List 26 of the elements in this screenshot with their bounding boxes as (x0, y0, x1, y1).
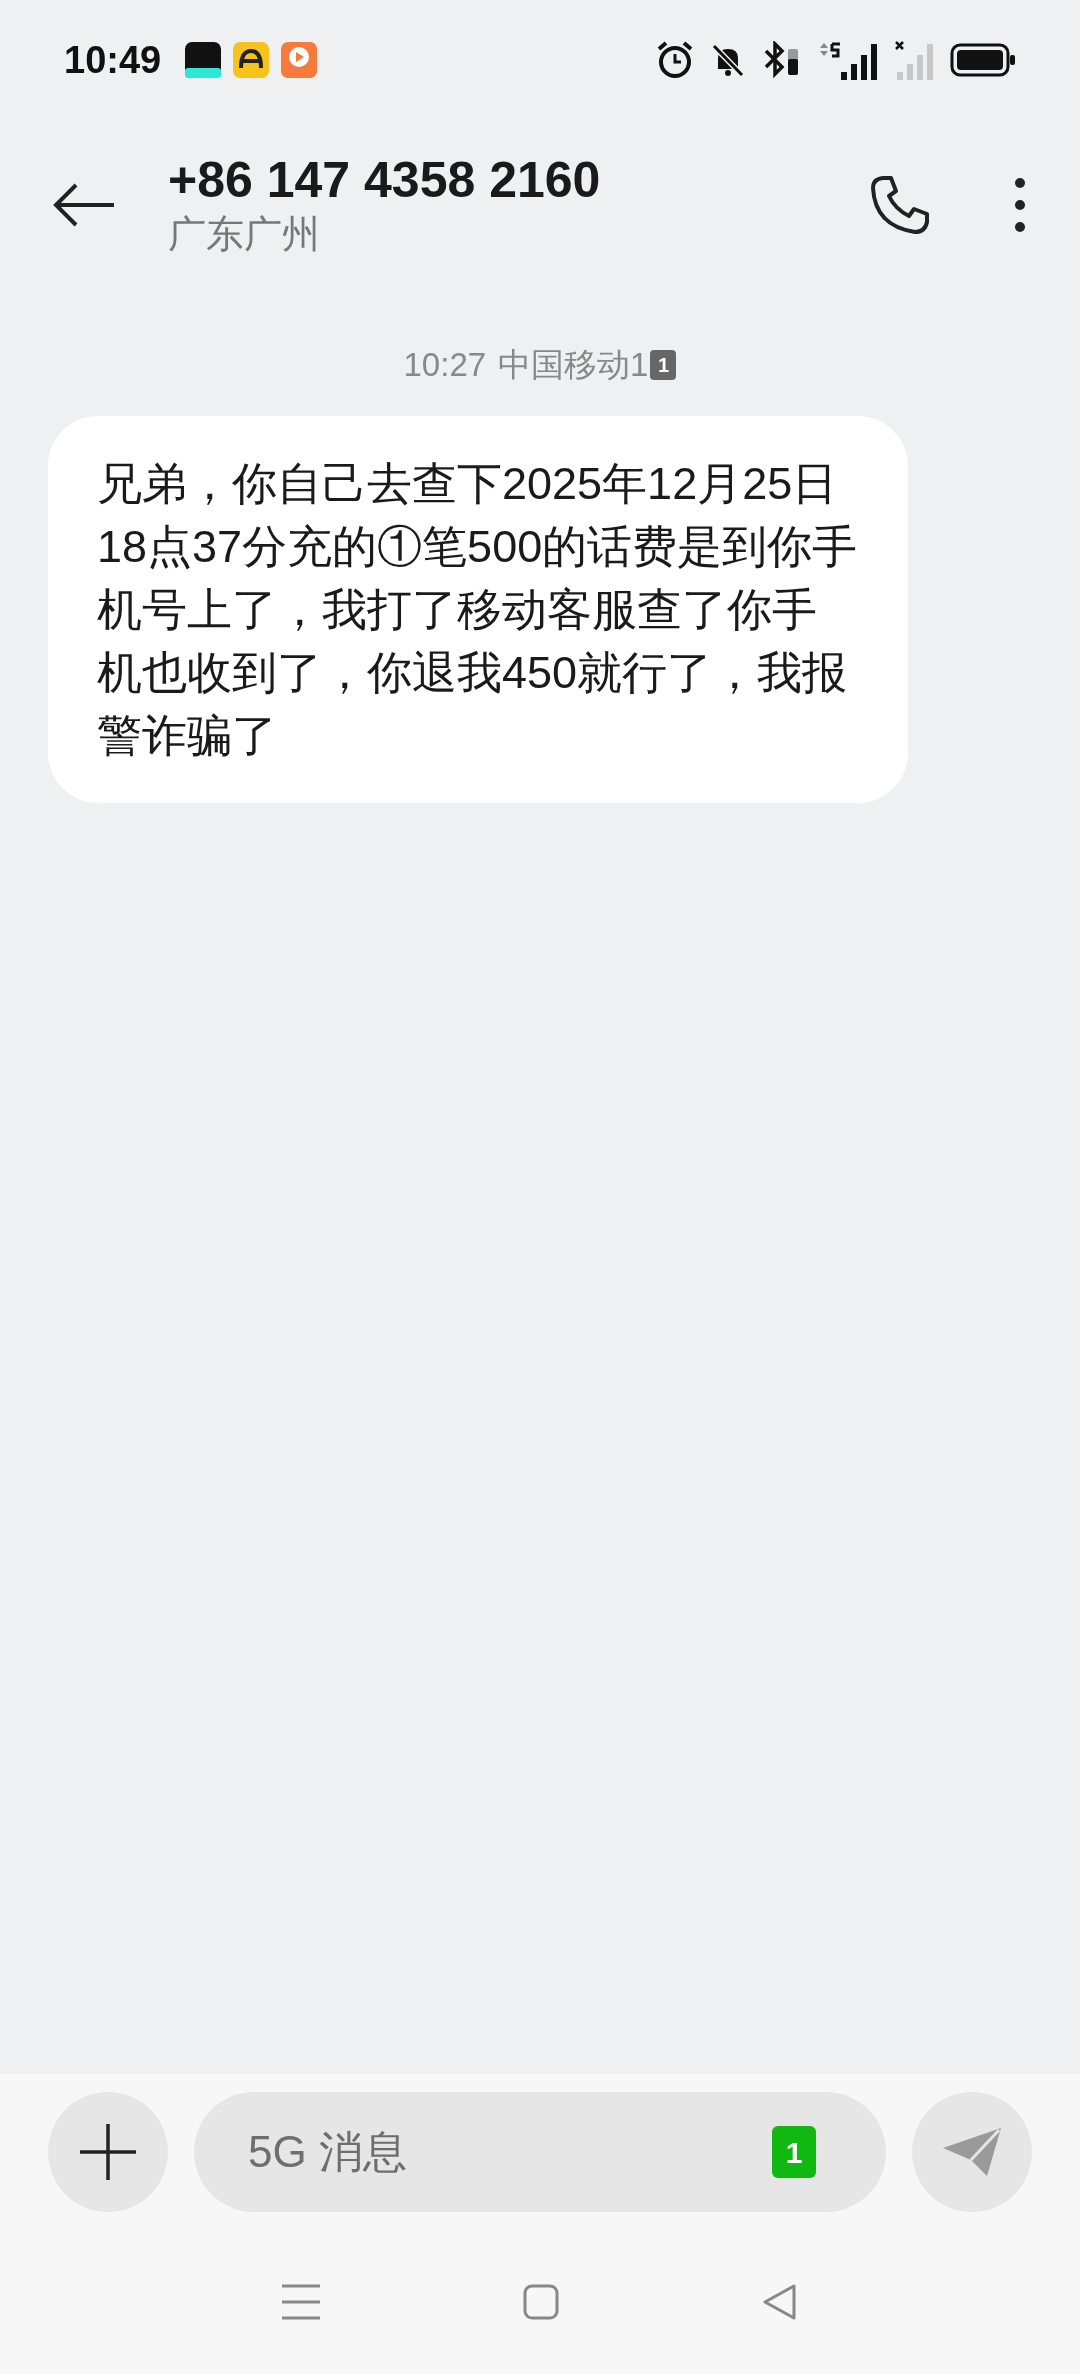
no-signal-icon (894, 40, 934, 80)
mute-bell-icon (710, 42, 746, 78)
more-icon (1014, 177, 1026, 233)
carrier-label: 中国移动1 (498, 345, 649, 385)
sim-badge: 1 (650, 349, 677, 380)
message-field[interactable]: 5G 消息 1 (194, 2092, 886, 2212)
app-icon (281, 42, 318, 78)
message-time: 10:27 (403, 345, 487, 385)
send-icon (941, 2126, 1003, 2178)
message-bubble: 兄弟，你自己去查下2025年12月25日18点37分充的①笔500的话费是到你手机号上了，我打了移动客服查了你手机也收到了，你退我450就行了，我报警诈骗了 (48, 415, 908, 803)
back-arrow-icon (52, 183, 116, 227)
contact-number: +86 147 4358 2160 (168, 151, 601, 211)
contact-location: 广东广州 (168, 212, 321, 258)
back-icon[interactable] (762, 2284, 799, 2320)
alarm-icon (656, 40, 694, 80)
app-icon (233, 42, 270, 78)
menu-icon[interactable] (281, 2284, 320, 2320)
home-icon[interactable] (523, 2284, 559, 2320)
phone-icon (869, 174, 931, 236)
message-input[interactable]: 5G 消息 (248, 2119, 772, 2185)
status-time: 10:49 (64, 37, 162, 83)
sim-badge: 1 (772, 2126, 816, 2178)
app-icon (185, 42, 222, 78)
signal-5g-icon (818, 40, 878, 80)
plus-icon (80, 2124, 136, 2180)
battery-icon (950, 42, 1016, 78)
